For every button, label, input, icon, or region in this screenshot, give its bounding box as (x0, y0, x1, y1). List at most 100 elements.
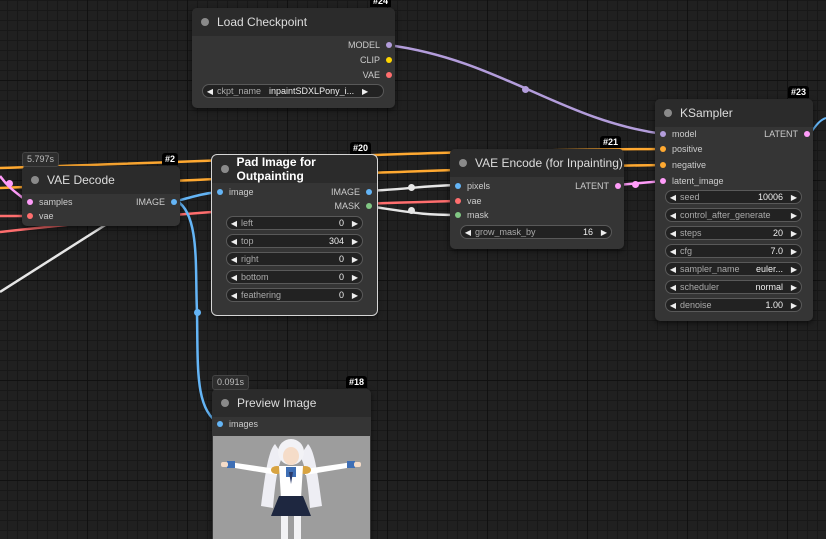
arrow-left-icon[interactable]: ◀ (227, 219, 241, 228)
node-vae-decode[interactable]: 5.797s #2 VAE Decode samples vae IMAGE (22, 152, 180, 226)
output-slot-model[interactable]: MODEL (348, 39, 392, 51)
reroute-knot[interactable] (408, 184, 415, 191)
arrow-right-icon[interactable]: ▶ (787, 301, 801, 310)
widget-cfg[interactable]: ◀ cfg 7.0 ▶ (665, 244, 802, 258)
pin-icon[interactable] (386, 57, 392, 63)
input-slot-latent-image[interactable]: latent_image (660, 175, 724, 187)
pin-icon[interactable] (455, 183, 461, 189)
arrow-left-icon[interactable]: ◀ (227, 237, 241, 246)
widget-grow-mask-by[interactable]: ◀ grow_mask_by 16 ▶ (460, 225, 612, 239)
output-slot-image[interactable]: IMAGE (136, 196, 177, 208)
node-title-bar[interactable]: VAE Decode (22, 166, 180, 194)
pin-icon[interactable] (217, 189, 223, 195)
input-slot-vae[interactable]: vae (27, 210, 54, 222)
arrow-left-icon[interactable]: ◀ (461, 228, 475, 237)
arrow-right-icon[interactable]: ▶ (348, 237, 362, 246)
widget-denoise[interactable]: ◀ denoise 1.00 ▶ (665, 298, 802, 312)
input-slot-pixels[interactable]: pixels (455, 180, 490, 192)
widget-bottom[interactable]: ◀ bottom 0 ▶ (226, 270, 363, 284)
reroute-knot[interactable] (632, 181, 639, 188)
output-slot-clip[interactable]: CLIP (360, 54, 392, 66)
pin-icon[interactable] (386, 42, 392, 48)
reroute-knot[interactable] (6, 180, 13, 187)
widget-ckpt-name[interactable]: ◀ ckpt_name inpaintSDXLPony_i... ▶ (202, 84, 384, 98)
collapse-dot-icon[interactable] (664, 109, 672, 117)
pin-icon[interactable] (455, 198, 461, 204)
reroute-knot[interactable] (408, 207, 415, 214)
arrow-right-icon[interactable]: ▶ (787, 265, 801, 274)
widget-control-after-generate[interactable]: ◀ control_after_generate ▶ (665, 208, 802, 222)
arrow-right-icon[interactable]: ▶ (787, 247, 801, 256)
arrow-right-icon[interactable]: ▶ (348, 219, 362, 228)
pin-icon[interactable] (615, 183, 621, 189)
node-title-bar[interactable]: Load Checkpoint (192, 8, 395, 36)
pin-icon[interactable] (386, 72, 392, 78)
widget-left[interactable]: ◀ left 0 ▶ (226, 216, 363, 230)
arrow-left-icon[interactable]: ◀ (666, 211, 680, 220)
widget-top[interactable]: ◀ top 304 ▶ (226, 234, 363, 248)
node-load-checkpoint[interactable]: #24 Load Checkpoint MODEL CLIP VAE ◀ ckp… (192, 0, 395, 108)
pin-icon[interactable] (455, 212, 461, 218)
arrow-left-icon[interactable]: ◀ (227, 273, 241, 282)
widget-seed[interactable]: ◀ seed 10006 ▶ (665, 190, 802, 204)
arrow-right-icon[interactable]: ▶ (787, 193, 801, 202)
node-title-bar[interactable]: Preview Image (212, 389, 371, 417)
arrow-left-icon[interactable]: ◀ (227, 291, 241, 300)
arrow-left-icon[interactable]: ◀ (666, 229, 680, 238)
input-slot-image[interactable]: image (217, 186, 254, 198)
arrow-right-icon[interactable]: ▶ (348, 273, 362, 282)
input-slot-positive[interactable]: positive (660, 143, 703, 155)
input-slot-mask[interactable]: mask (455, 209, 489, 221)
input-slot-negative[interactable]: negative (660, 159, 706, 171)
pin-icon[interactable] (660, 131, 666, 137)
arrow-left-icon[interactable]: ◀ (666, 247, 680, 256)
widget-scheduler[interactable]: ◀ scheduler normal ▶ (665, 280, 802, 294)
arrow-right-icon[interactable]: ▶ (787, 283, 801, 292)
arrow-left-icon[interactable]: ◀ (666, 193, 680, 202)
arrow-left-icon[interactable]: ◀ (666, 283, 680, 292)
pin-icon[interactable] (366, 189, 372, 195)
collapse-dot-icon[interactable] (201, 18, 209, 26)
pin-icon[interactable] (660, 162, 666, 168)
widget-sampler-name[interactable]: ◀ sampler_name euler... ▶ (665, 262, 802, 276)
pin-icon[interactable] (171, 199, 177, 205)
arrow-left-icon[interactable]: ◀ (666, 301, 680, 310)
reroute-knot[interactable] (522, 86, 529, 93)
arrow-right-icon[interactable]: ▶ (348, 291, 362, 300)
widget-right[interactable]: ◀ right 0 ▶ (226, 252, 363, 266)
pin-icon[interactable] (27, 199, 33, 205)
arrow-right-icon[interactable]: ▶ (348, 255, 362, 264)
reroute-knot[interactable] (194, 309, 201, 316)
input-slot-model[interactable]: model (660, 128, 697, 140)
node-ksampler[interactable]: #23 KSampler model positive negative lat… (655, 86, 813, 321)
pin-icon[interactable] (27, 213, 33, 219)
widget-steps[interactable]: ◀ steps 20 ▶ (665, 226, 802, 240)
output-slot-vae[interactable]: VAE (363, 69, 392, 81)
widget-feathering[interactable]: ◀ feathering 0 ▶ (226, 288, 363, 302)
node-vae-encode[interactable]: #21 VAE Encode (for Inpainting) pixels v… (450, 136, 624, 249)
output-slot-latent[interactable]: LATENT (575, 180, 621, 192)
input-slot-vae[interactable]: vae (455, 195, 482, 207)
output-slot-mask[interactable]: MASK (334, 200, 372, 212)
arrow-right-icon[interactable]: ▶ (787, 229, 801, 238)
output-slot-latent[interactable]: LATENT (764, 128, 810, 140)
arrow-right-icon[interactable]: ▶ (358, 87, 372, 96)
node-title-bar[interactable]: VAE Encode (for Inpainting) (450, 149, 624, 177)
pin-icon[interactable] (217, 421, 223, 427)
node-title-bar[interactable]: KSampler (655, 99, 813, 127)
arrow-left-icon[interactable]: ◀ (203, 87, 217, 96)
arrow-left-icon[interactable]: ◀ (666, 265, 680, 274)
collapse-dot-icon[interactable] (221, 399, 229, 407)
input-slot-images[interactable]: images (217, 418, 258, 430)
arrow-left-icon[interactable]: ◀ (227, 255, 241, 264)
pin-icon[interactable] (660, 146, 666, 152)
pin-icon[interactable] (804, 131, 810, 137)
node-preview-image[interactable]: 0.091s #18 Preview Image images (212, 375, 371, 539)
output-slot-image[interactable]: IMAGE (331, 186, 372, 198)
arrow-right-icon[interactable]: ▶ (787, 211, 801, 220)
collapse-dot-icon[interactable] (221, 165, 229, 173)
collapse-dot-icon[interactable] (31, 176, 39, 184)
pin-icon[interactable] (366, 203, 372, 209)
arrow-right-icon[interactable]: ▶ (597, 228, 611, 237)
input-slot-samples[interactable]: samples (27, 196, 73, 208)
